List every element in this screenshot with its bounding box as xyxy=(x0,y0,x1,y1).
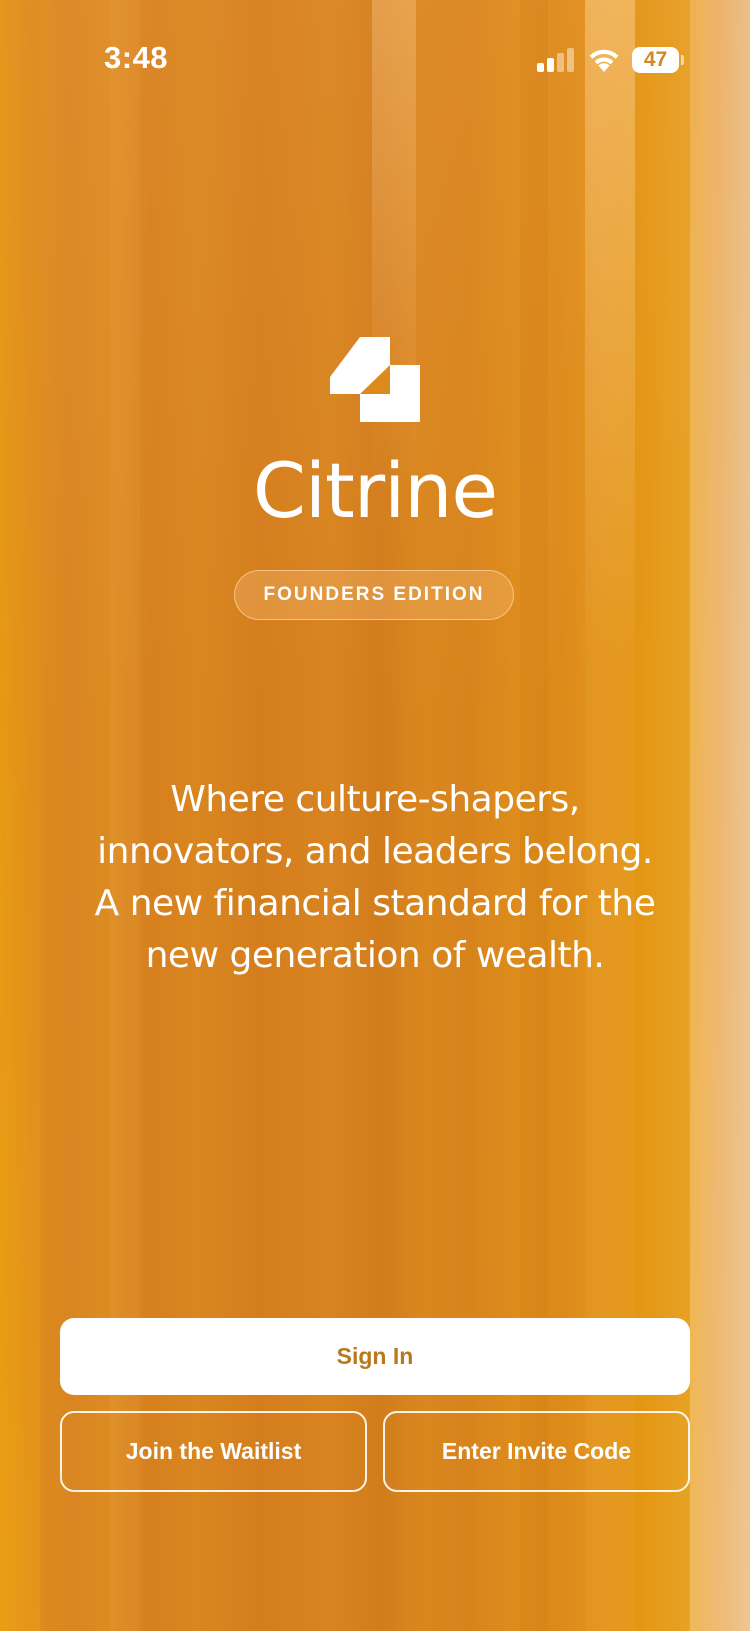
welcome-screen: 3:48 47 Citrine FOUNDERS EDITION Where c… xyxy=(0,0,750,1631)
tagline-line: A new financial standard for the xyxy=(94,883,656,924)
enter-invite-code-button[interactable]: Enter Invite Code xyxy=(383,1411,690,1492)
citrine-logo-icon xyxy=(330,337,420,422)
tagline-line: new generation of wealth. xyxy=(145,935,605,976)
sign-in-button[interactable]: Sign In xyxy=(60,1318,690,1395)
battery-level: 47 xyxy=(632,47,679,73)
tagline-line: Where culture-shapers, xyxy=(170,779,580,820)
tagline-line: innovators, and leaders belong. xyxy=(97,831,653,872)
brand-name: Citrine xyxy=(252,446,498,535)
edition-badge: FOUNDERS EDITION xyxy=(234,570,514,620)
join-waitlist-button[interactable]: Join the Waitlist xyxy=(60,1411,367,1492)
battery-icon: 47 xyxy=(632,47,684,73)
status-time: 3:48 xyxy=(104,40,169,75)
tagline: Where culture-shapers, innovators, and l… xyxy=(60,774,690,982)
status-bar: 3:48 47 xyxy=(0,0,750,120)
cellular-signal-icon xyxy=(537,48,574,72)
wifi-icon xyxy=(589,49,619,72)
